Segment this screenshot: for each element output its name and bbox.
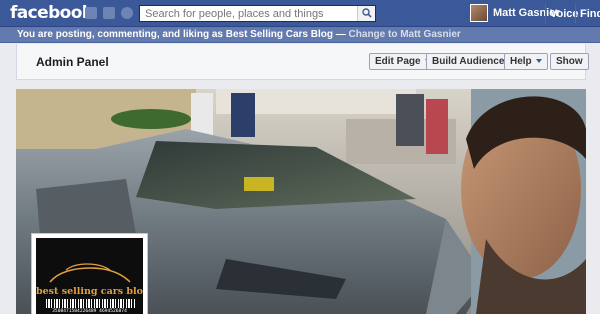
nav-find[interactable]: Find: [580, 8, 600, 20]
posting-as-message: You are posting, commenting, and liking …: [17, 29, 461, 40]
profile-picture-image: best selling cars blog 3508471584226489 …: [36, 238, 143, 314]
search-button[interactable]: [357, 6, 375, 21]
admin-panel: Admin Panel Edit Page Build Audience Hel…: [16, 44, 589, 80]
edit-page-label: Edit Page: [375, 56, 421, 67]
change-identity-link[interactable]: Change to Matt Gasnier: [349, 29, 461, 40]
divider: [545, 4, 546, 23]
magnifier-icon: [362, 8, 372, 18]
show-button[interactable]: Show: [550, 53, 589, 70]
profile-link[interactable]: Matt Gasnier: [470, 4, 560, 22]
build-audience-label: Build Audience: [432, 56, 505, 67]
messages-icon[interactable]: [103, 7, 115, 19]
barcode-number: 3508471584226489 4694526874: [52, 309, 127, 314]
search-input[interactable]: [140, 6, 355, 21]
chevron-down-icon: [535, 59, 542, 63]
help-button[interactable]: Help: [504, 53, 548, 70]
top-navigation-bar: facebook Matt Gasnier Voice Find: [0, 0, 600, 27]
search-box: [139, 5, 376, 22]
posting-as-text: You are posting, commenting, and liking …: [17, 29, 346, 40]
notifications-globe-icon[interactable]: [121, 7, 133, 19]
avatar: [470, 4, 488, 22]
profile-picture[interactable]: best selling cars blog 3508471584226489 …: [31, 233, 148, 314]
admin-panel-title: Admin Panel: [36, 55, 109, 69]
brand-name: best selling cars blog: [36, 286, 143, 297]
notification-jewels: [85, 7, 133, 19]
divider: [575, 4, 576, 23]
friend-requests-icon[interactable]: [85, 7, 97, 19]
posting-as-bar: You are posting, commenting, and liking …: [0, 27, 600, 43]
facebook-logo[interactable]: facebook: [10, 3, 93, 23]
barcode-icon: [46, 299, 136, 308]
help-label: Help: [510, 56, 532, 67]
